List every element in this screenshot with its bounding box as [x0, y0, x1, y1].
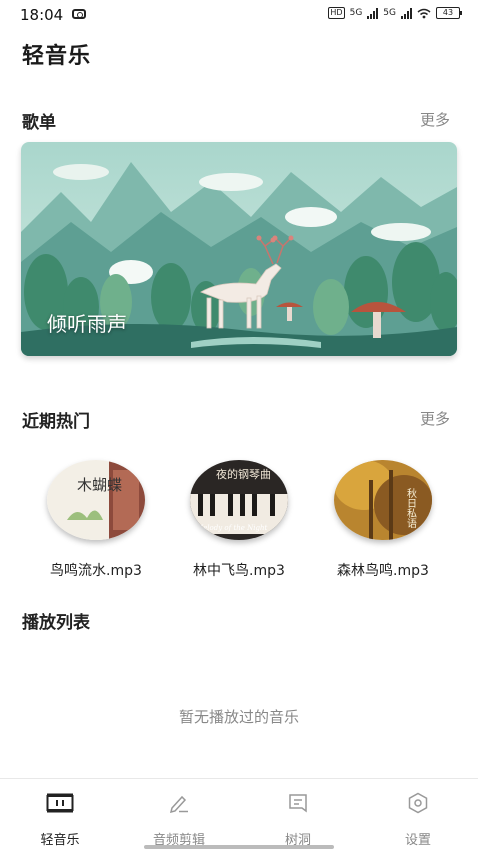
hot-item-name: 林中飞鸟.mp3 — [193, 563, 285, 579]
hot-item[interactable]: 夜的钢琴曲 Melody of the Night 林中飞鸟.mp3 — [169, 460, 309, 580]
music-frame-icon — [45, 791, 75, 815]
notification-icon — [72, 9, 86, 19]
cover-subtext: Melody of the Night — [195, 524, 267, 532]
hd-badge: HD — [328, 7, 345, 19]
tab-label: 轻音乐 — [40, 833, 80, 848]
playlist-banner[interactable]: 倾听雨声 — [21, 142, 457, 356]
playlist-section-title: 歌单 — [22, 113, 56, 133]
cover-text: 木蝴蝶 — [77, 476, 122, 494]
cover-text: 秋日私语 — [405, 487, 417, 529]
album-cover: 木蝴蝶 — [47, 460, 145, 540]
hot-section-title: 近期热门 — [22, 412, 90, 432]
playlist-history-title: 播放列表 — [22, 613, 90, 633]
hot-item-name: 森林鸟鸣.mp3 — [337, 563, 429, 579]
status-time: 18:04 — [20, 6, 64, 24]
hot-item[interactable]: 木蝴蝶 鸟鸣流水.mp3 — [26, 460, 166, 580]
bottom-tab-bar: 轻音乐 音频剪辑 树洞 设置 — [0, 778, 478, 851]
page-title: 轻音乐 — [22, 44, 92, 69]
tab-light-music[interactable]: 轻音乐 — [10, 791, 110, 848]
album-cover: 秋日私语 — [334, 460, 432, 540]
hot-more-link[interactable]: 更多 — [420, 408, 450, 429]
battery-icon: 43 — [436, 7, 462, 19]
tab-tree-hole[interactable]: 树洞 — [248, 791, 348, 848]
network-label-1: 5G — [349, 8, 363, 18]
signal-icon-2 — [401, 7, 412, 19]
pen-icon — [164, 791, 194, 815]
empty-state-text: 暂无播放过的音乐 — [178, 708, 299, 726]
tab-settings[interactable]: 设置 — [368, 791, 468, 848]
banner-label: 倾听雨声 — [47, 312, 127, 336]
tab-label: 设置 — [404, 833, 431, 848]
home-indicator[interactable] — [144, 845, 334, 849]
playlist-more-link[interactable]: 更多 — [420, 109, 450, 130]
status-bar: 18:04 HD 5G 5G 43 — [0, 0, 478, 30]
status-icons: HD 5G 5G 43 — [328, 7, 462, 19]
cover-text: 夜的钢琴曲 — [216, 467, 271, 481]
tab-audio-edit[interactable]: 音频剪辑 — [129, 791, 229, 848]
hot-item[interactable]: 秋日私语 森林鸟鸣.mp3 — [313, 460, 453, 580]
signal-icon — [367, 7, 379, 19]
network-label-2: 5G — [383, 8, 396, 18]
message-square-icon — [283, 791, 313, 815]
hot-item-name: 鸟鸣流水.mp3 — [50, 563, 142, 579]
wifi-icon — [417, 8, 431, 18]
settings-hex-icon — [403, 791, 433, 815]
album-cover: 夜的钢琴曲 Melody of the Night — [190, 460, 288, 540]
